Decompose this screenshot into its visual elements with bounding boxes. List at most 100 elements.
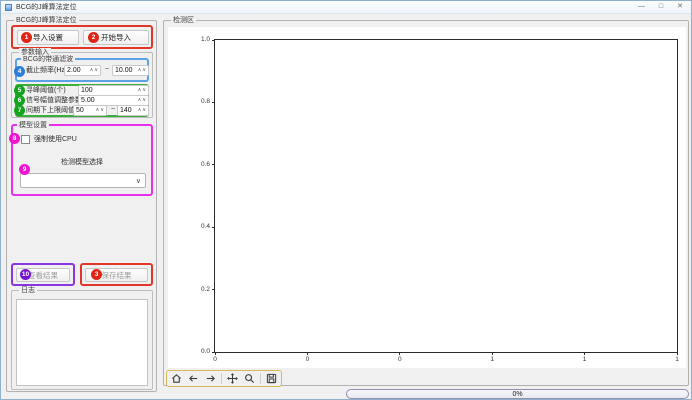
interval-threshold-label: 间期下上限阈值 xyxy=(26,106,75,116)
model-group-title: 模型设置 xyxy=(17,121,49,130)
y-tick-label: 1.0 xyxy=(201,36,210,44)
plot-toolbar xyxy=(166,370,282,387)
annotation-badge-1: 1 xyxy=(21,32,32,43)
main-content: BCG的J峰算法定位 导入设置 开始导入 1 2 参数输入 BCG的带通滤波 4 xyxy=(1,14,691,399)
amplitude-param-value: 5.00 xyxy=(81,97,95,104)
log-group: 日志 xyxy=(11,290,153,390)
bandpass-group-title: BCG的带通滤波 xyxy=(21,55,75,64)
y-tick-mark xyxy=(212,40,215,41)
spin-down-icon[interactable]: ∨ xyxy=(94,66,98,75)
peak-threshold-value: 100 xyxy=(81,87,93,94)
range-separator: ~ xyxy=(111,106,115,113)
spin-up-icon[interactable]: ∧ xyxy=(90,66,94,75)
save-icon[interactable] xyxy=(265,372,278,385)
plot-axes: 1.00.80.60.40.20.0000111 xyxy=(214,39,678,353)
range-separator: ~ xyxy=(105,66,109,73)
start-import-label: 开始导入 xyxy=(101,32,131,43)
y-tick-mark xyxy=(212,164,215,165)
interval-high-value: 140 xyxy=(120,107,132,114)
view-results-label: 查看结果 xyxy=(28,270,58,281)
spin-up-icon[interactable]: ∧ xyxy=(138,106,142,115)
titlebar: BCG的J峰算法定位 — □ ✕ xyxy=(1,1,691,14)
cutoff-frequency-label: 截止频率(Hz): xyxy=(26,66,69,76)
zoom-to-rect-icon[interactable] xyxy=(243,372,256,385)
cutoff-high-value: 10.00 xyxy=(115,67,133,74)
y-tick-mark xyxy=(212,227,215,228)
import-settings-label: 导入设置 xyxy=(33,32,63,43)
force-cpu-checkbox[interactable] xyxy=(21,135,30,144)
x-tick-mark xyxy=(492,352,493,355)
x-tick-label: 0 xyxy=(208,356,222,363)
pan-icon[interactable] xyxy=(226,372,239,385)
spin-down-icon[interactable]: ∨ xyxy=(142,66,146,75)
spin-down-icon[interactable]: ∨ xyxy=(100,106,104,115)
spin-up-icon[interactable]: ∧ xyxy=(138,66,142,75)
toolbar-separator xyxy=(221,373,222,384)
home-icon[interactable] xyxy=(170,372,183,385)
progress-label: 0% xyxy=(512,391,522,398)
plot-canvas[interactable]: 1.00.80.60.40.20.0000111 xyxy=(168,27,686,368)
model-select-caption: 检测模型选择 xyxy=(13,158,151,168)
y-tick-mark xyxy=(212,289,215,290)
x-tick-label: 0 xyxy=(393,356,407,363)
annotation-badge-4: 4 xyxy=(14,66,25,77)
back-arrow-icon[interactable] xyxy=(187,372,200,385)
save-results-label: 保存结果 xyxy=(102,270,132,281)
x-tick-label: 1 xyxy=(485,356,499,363)
params-group: 参数输入 BCG的带通滤波 4 截止频率(Hz): 2.00 ∧∨ ~ 10.0… xyxy=(11,52,153,118)
log-textarea[interactable] xyxy=(16,299,148,386)
cutoff-low-value: 2.00 xyxy=(67,67,81,74)
interval-low-value: 50 xyxy=(76,107,84,114)
annotation-badge-8: 8 xyxy=(9,133,20,144)
x-tick-label: 0 xyxy=(300,356,314,363)
interval-low-spinbox[interactable]: 50 ∧∨ xyxy=(73,105,107,116)
spin-up-icon[interactable]: ∧ xyxy=(138,86,142,95)
detection-group: 检测区 1.00.80.60.40.20.0000111 xyxy=(163,20,689,386)
spin-down-icon[interactable]: ∨ xyxy=(142,96,146,105)
minimize-button[interactable]: — xyxy=(638,1,645,13)
thresholds-annotation-box: 5 寻峰阈值(个) 100 ∧∨ 6 信号幅值调整参数 5.00 ∧∨ 7 间期… xyxy=(15,84,149,117)
toolbar-separator xyxy=(260,373,261,384)
forward-arrow-icon[interactable] xyxy=(204,372,217,385)
left-panel-group: BCG的J峰算法定位 导入设置 开始导入 1 2 参数输入 BCG的带通滤波 4 xyxy=(6,20,157,392)
spin-up-icon[interactable]: ∧ xyxy=(138,96,142,105)
annotation-badge-3: 3 xyxy=(91,269,102,280)
y-tick-label: 0.0 xyxy=(201,348,210,356)
left-panel-group-title: BCG的J峰算法定位 xyxy=(14,16,79,25)
y-tick-label: 0.6 xyxy=(201,161,210,169)
view-results-annotation-box: 查看结果 10 xyxy=(11,263,75,286)
chevron-down-icon: ∨ xyxy=(136,177,141,185)
spin-down-icon[interactable]: ∨ xyxy=(142,86,146,95)
x-tick-mark xyxy=(215,352,216,355)
model-annotation-box: 模型设置 8 强制使用CPU 检测模型选择 9 ∨ xyxy=(11,124,153,196)
y-tick-label: 0.8 xyxy=(201,98,210,106)
save-results-annotation-box: 保存结果 3 xyxy=(80,263,153,286)
window-title: BCG的J峰算法定位 xyxy=(16,2,638,12)
bandpass-annotation-box: BCG的带通滤波 4 截止频率(Hz): 2.00 ∧∨ ~ 10.00 ∧∨ xyxy=(15,58,149,82)
y-tick-label: 0.4 xyxy=(201,223,210,231)
app-window: BCG的J峰算法定位 — □ ✕ BCG的J峰算法定位 导入设置 开始导入 1 … xyxy=(0,0,692,400)
annotation-badge-9: 9 xyxy=(19,164,30,175)
close-button[interactable]: ✕ xyxy=(677,1,683,13)
import-annotation-box: 导入设置 开始导入 1 2 xyxy=(11,25,153,49)
x-tick-label: 1 xyxy=(578,356,592,363)
annotation-badge-2: 2 xyxy=(88,32,99,43)
force-cpu-label: 强制使用CPU xyxy=(34,135,77,145)
y-tick-label: 0.2 xyxy=(201,286,210,294)
x-tick-mark xyxy=(399,352,400,355)
x-tick-mark xyxy=(584,352,585,355)
spin-up-icon[interactable]: ∧ xyxy=(96,106,100,115)
interval-high-spinbox[interactable]: 140 ∧∨ xyxy=(117,105,149,116)
cutoff-high-spinbox[interactable]: 10.00 ∧∨ xyxy=(112,65,149,76)
model-select-dropdown[interactable]: ∨ xyxy=(20,173,146,188)
log-group-title: 日志 xyxy=(19,286,37,295)
spin-down-icon[interactable]: ∨ xyxy=(142,106,146,115)
y-tick-mark xyxy=(212,102,215,103)
maximize-button[interactable]: □ xyxy=(659,1,663,13)
x-tick-mark xyxy=(677,352,678,355)
cutoff-low-spinbox[interactable]: 2.00 ∧∨ xyxy=(64,65,101,76)
annotation-badge-7: 7 xyxy=(14,105,25,116)
detection-group-title: 检测区 xyxy=(171,16,196,25)
app-icon xyxy=(5,4,12,11)
peak-threshold-label: 寻峰阈值(个) xyxy=(26,86,66,96)
